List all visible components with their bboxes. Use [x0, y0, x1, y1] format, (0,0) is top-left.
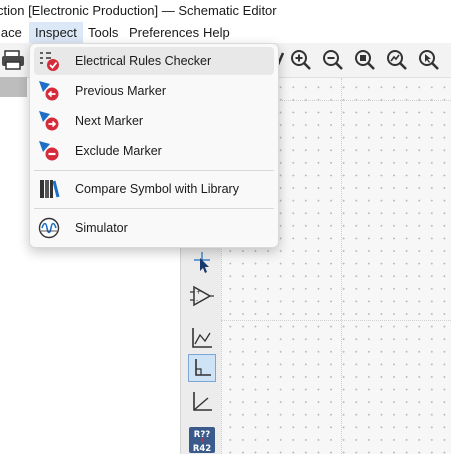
annotate-icon[interactable]: R?? R42	[188, 426, 216, 454]
menu-help-label: Help	[203, 25, 230, 40]
menu-item-label: Simulator	[75, 221, 128, 235]
grid-line	[221, 320, 451, 321]
menu-preferences[interactable]: Preferences	[129, 22, 199, 43]
menu-item-next-marker[interactable]: Next Marker	[34, 107, 274, 135]
opamp-symbol-icon[interactable]: + -	[188, 282, 216, 310]
menu-inspect[interactable]: Inspect	[29, 22, 83, 43]
menu-bar: lace Inspect Tools Preferences Help	[0, 22, 451, 43]
menu-inspect-label: Inspect	[35, 25, 77, 40]
erc-icon	[38, 50, 60, 72]
menu-preferences-label: Preferences	[129, 25, 200, 40]
menu-item-label: Exclude Marker	[75, 144, 162, 158]
window-title: ction [Electronic Production] — Schemati…	[0, 3, 277, 18]
line-chart-icon[interactable]	[188, 324, 216, 352]
panel-tab[interactable]	[0, 77, 27, 97]
svg-text:+: +	[196, 289, 201, 296]
simulator-icon	[38, 217, 60, 239]
menu-item-previous-marker[interactable]: Previous Marker	[34, 77, 274, 105]
menu-place-label: lace	[0, 25, 22, 40]
menu-help[interactable]: Help	[203, 22, 230, 43]
menu-tools-label: Tools	[88, 25, 119, 40]
zoom-selection-icon[interactable]	[416, 47, 442, 73]
previous-marker-icon	[38, 80, 60, 102]
zoom-fit-icon[interactable]	[352, 47, 378, 73]
menu-item-compare-symbol-with-library[interactable]: Compare Symbol with Library	[34, 175, 274, 203]
library-icon	[38, 178, 60, 200]
menu-separator	[34, 208, 274, 209]
annotate-badge-bottom: R42	[193, 444, 211, 454]
menu-item-label: Compare Symbol with Library	[75, 182, 239, 196]
title-bar: ction [Electronic Production] — Schemati…	[0, 0, 451, 22]
menu-separator	[34, 170, 274, 171]
menu-item-label: Electrical Rules Checker	[75, 54, 212, 68]
zoom-in-icon[interactable]	[288, 47, 314, 73]
menu-item-electrical-rules-checker[interactable]: Electrical Rules Checker	[34, 47, 274, 75]
zoom-out-icon[interactable]	[320, 47, 346, 73]
select-tool-icon[interactable]	[188, 248, 216, 276]
right-angle-line-icon[interactable]	[188, 354, 216, 382]
menu-item-label: Next Marker	[75, 114, 144, 128]
svg-text:-: -	[196, 297, 198, 304]
angled-line-icon[interactable]	[188, 388, 216, 416]
next-marker-icon	[38, 110, 60, 132]
inspect-menu: Electrical Rules Checker Previous Marker…	[29, 43, 279, 248]
exclude-marker-icon	[38, 140, 60, 162]
menu-item-exclude-marker[interactable]: Exclude Marker	[34, 137, 274, 165]
menu-item-label: Previous Marker	[75, 84, 166, 98]
print-icon[interactable]	[0, 47, 26, 73]
menu-item-simulator[interactable]: Simulator	[34, 214, 274, 242]
menu-tools[interactable]: Tools	[88, 22, 118, 43]
grid-line	[341, 78, 342, 454]
zoom-objects-icon[interactable]	[384, 47, 410, 73]
menu-place[interactable]: lace	[0, 22, 26, 43]
